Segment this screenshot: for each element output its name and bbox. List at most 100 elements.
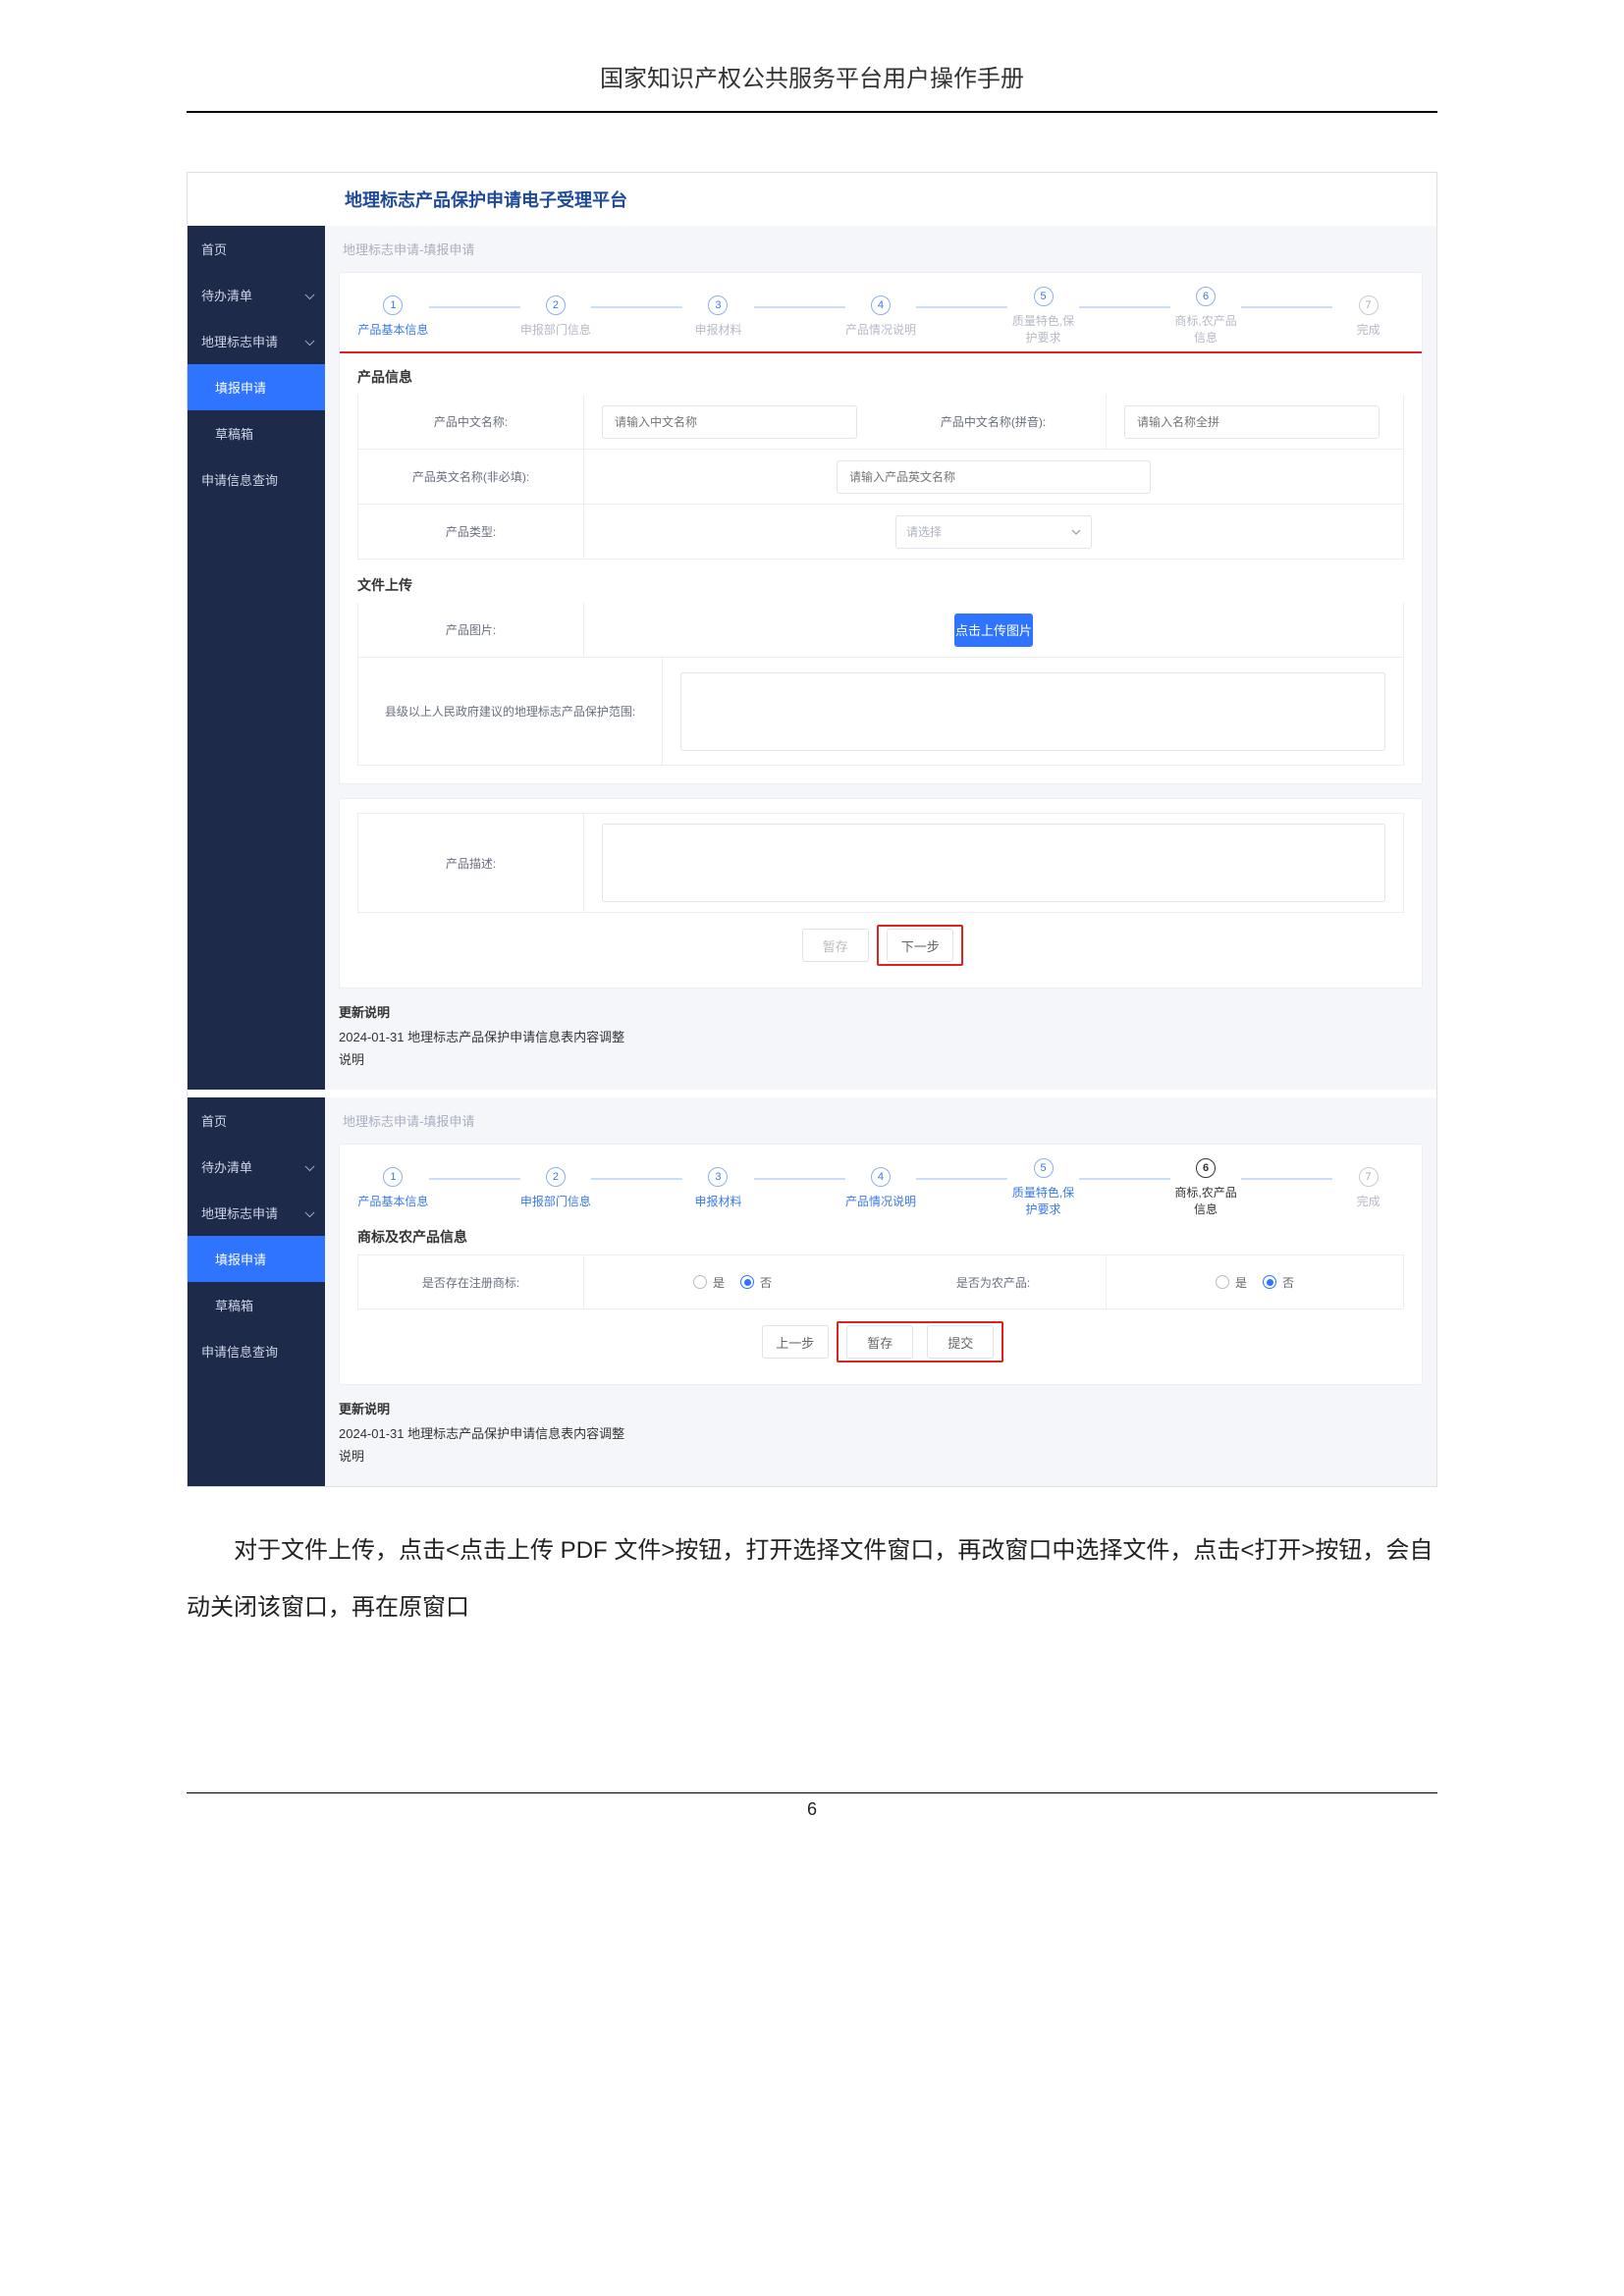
s2-step-label-1[interactable]: 产品基本信息 bbox=[357, 1193, 429, 1209]
radio-agri-no[interactable]: 否 bbox=[1263, 1274, 1294, 1291]
stepper-panel-2: 1 产品基本信息 2 申报部门信息 3 申报材料 4 产品情况说明 5 质量特色,保护要求… bbox=[339, 1144, 1423, 1385]
label-name-pinyin: 产品中文名称(拼音): bbox=[881, 395, 1107, 449]
radio-agri-yes[interactable]: 是 bbox=[1216, 1274, 1247, 1291]
label-name-en: 产品英文名称(非必填): bbox=[358, 450, 584, 504]
s2-step-num-3: 3 bbox=[708, 1167, 728, 1187]
label-type: 产品类型: bbox=[358, 505, 584, 559]
chevron-down-icon bbox=[1071, 527, 1081, 537]
s2-step-num-1: 1 bbox=[383, 1167, 403, 1187]
main-content-1: 地理标志申请-填报申请 1产品基本信息 2申报部门信息 3申报材料 4产品情况说… bbox=[325, 226, 1436, 1090]
sidebar-item-draft[interactable]: 草稿箱 bbox=[188, 410, 325, 456]
app-title: 地理标志产品保护申请电子受理平台 bbox=[345, 190, 627, 210]
section-trademark: 商标及农产品信息 bbox=[357, 1227, 1404, 1247]
label-scope: 县级以上人民政府建议的地理标志产品保护范围: bbox=[358, 658, 663, 765]
section-product-info: 产品信息 bbox=[357, 367, 1404, 387]
app-screenshot-1: 地理标志产品保护申请电子受理平台 首页 待办清单 地理标志申请 填报申请 草稿箱… bbox=[187, 172, 1437, 1487]
main-content-2: 地理标志申请-填报申请 1 产品基本信息 2 申报部门信息 3 申报材料 4 产品情况说… bbox=[325, 1097, 1436, 1486]
sidebar-item-todo[interactable]: 待办清单 bbox=[188, 272, 325, 318]
s2-step-label-6[interactable]: 商标,农产品信息 bbox=[1170, 1184, 1242, 1217]
header-rule bbox=[187, 111, 1437, 113]
section-upload: 文件上传 bbox=[357, 575, 1404, 595]
radio-tm-no[interactable]: 否 bbox=[740, 1274, 772, 1291]
sidebar2-item-gi-apply[interactable]: 地理标志申请 bbox=[188, 1190, 325, 1236]
s2-step-num-5: 5 bbox=[1034, 1158, 1054, 1178]
stepper-panel: 1产品基本信息 2申报部门信息 3申报材料 4产品情况说明 5质量特色,保护要求… bbox=[339, 272, 1423, 784]
s2-step-label-2[interactable]: 申报部门信息 bbox=[520, 1193, 592, 1209]
sidebar-item-fill-apply[interactable]: 填报申请 bbox=[188, 364, 325, 410]
step-num-6: 6 bbox=[1196, 287, 1216, 306]
step-num-5: 5 bbox=[1034, 287, 1054, 306]
s2-step-label-4[interactable]: 产品情况说明 bbox=[845, 1193, 917, 1209]
label-has-trademark: 是否存在注册商标: bbox=[358, 1255, 584, 1308]
app-header: 地理标志产品保护申请电子受理平台 bbox=[188, 173, 1436, 226]
sidebar2-item-draft[interactable]: 草稿箱 bbox=[188, 1282, 325, 1328]
sidebar2-item-fill-apply[interactable]: 填报申请 bbox=[188, 1236, 325, 1282]
step-num-4: 4 bbox=[871, 295, 891, 315]
highlight-save-submit: 暂存 提交 bbox=[837, 1321, 1003, 1362]
save-draft-button[interactable]: 暂存 bbox=[802, 929, 869, 962]
s2-step-num-6: 6 bbox=[1196, 1158, 1216, 1178]
sidebar-item-gi-apply[interactable]: 地理标志申请 bbox=[188, 318, 325, 364]
step-num-7: 7 bbox=[1359, 295, 1379, 315]
sidebar: 首页 待办清单 地理标志申请 填报申请 草稿箱 申请信息查询 bbox=[188, 226, 325, 1090]
doc-header-title: 国家知识产权公共服务平台用户操作手册 bbox=[187, 59, 1437, 103]
step-label-6[interactable]: 商标,农产品信息 bbox=[1170, 312, 1242, 346]
label-product-image: 产品图片: bbox=[358, 603, 584, 657]
s2-step-label-3[interactable]: 申报材料 bbox=[682, 1193, 754, 1209]
sidebar-item-query[interactable]: 申请信息查询 bbox=[188, 456, 325, 503]
textarea-desc[interactable] bbox=[602, 824, 1385, 902]
step-num-3: 3 bbox=[708, 295, 728, 315]
step-label-2[interactable]: 申报部门信息 bbox=[520, 321, 592, 338]
stepper: 1产品基本信息 2申报部门信息 3申报材料 4产品情况说明 5质量特色,保护要求… bbox=[357, 287, 1404, 346]
stepper-2: 1 产品基本信息 2 申报部门信息 3 申报材料 4 产品情况说明 5 质量特色,保护要求… bbox=[357, 1158, 1404, 1217]
update-note-1: 更新说明 2024-01-31 地理标志产品保护申请信息表内容调整 说明 bbox=[339, 1002, 1423, 1068]
s2-step-label-7: 完成 bbox=[1332, 1193, 1404, 1209]
input-name-cn[interactable] bbox=[602, 405, 857, 439]
sidebar-2: 首页 待办清单 地理标志申请 填报申请 草稿箱 申请信息查询 bbox=[188, 1097, 325, 1486]
input-name-en[interactable] bbox=[837, 460, 1151, 494]
action-row-1: 暂存 下一步 bbox=[357, 913, 1404, 970]
step-label-4[interactable]: 产品情况说明 bbox=[845, 321, 917, 338]
next-step-button[interactable]: 下一步 bbox=[887, 929, 953, 962]
sidebar2-item-todo[interactable]: 待办清单 bbox=[188, 1144, 325, 1190]
label-name-cn: 产品中文名称: bbox=[358, 395, 584, 449]
footer-rule bbox=[187, 1792, 1437, 1793]
s2-step-num-2: 2 bbox=[546, 1167, 566, 1187]
s2-step-label-5[interactable]: 质量特色,保护要求 bbox=[1007, 1184, 1079, 1217]
upload-image-button[interactable]: 点击上传图片 bbox=[954, 614, 1033, 647]
update-line1: 2024-01-31 地理标志产品保护申请信息表内容调整 bbox=[339, 1027, 1423, 1045]
desc-panel: 产品描述: 暂存 下一步 bbox=[339, 798, 1423, 988]
action-row-2: 上一步 暂存 提交 bbox=[357, 1309, 1404, 1366]
update-title: 更新说明 bbox=[339, 1002, 1423, 1021]
document-page: 国家知识产权公共服务平台用户操作手册 地理标志产品保护申请电子受理平台 首页 待… bbox=[0, 0, 1624, 1879]
s2-step-num-4: 4 bbox=[871, 1167, 891, 1187]
radio-tm-yes[interactable]: 是 bbox=[693, 1274, 725, 1291]
breadcrumb: 地理标志申请-填报申请 bbox=[339, 226, 1423, 272]
red-underline bbox=[340, 351, 1422, 353]
step-num-2: 2 bbox=[546, 295, 566, 315]
step-label-1[interactable]: 产品基本信息 bbox=[357, 321, 429, 338]
doc-body-paragraph: 对于文件上传，点击<点击上传 PDF 文件>按钮，打开选择文件窗口，再改窗口中选… bbox=[187, 1522, 1437, 1635]
submit-button[interactable]: 提交 bbox=[927, 1325, 994, 1359]
textarea-scope[interactable] bbox=[680, 672, 1385, 751]
label-desc: 产品描述: bbox=[358, 814, 584, 912]
sidebar2-item-home[interactable]: 首页 bbox=[188, 1097, 325, 1144]
update-line2: 说明 bbox=[339, 1049, 1423, 1068]
sidebar-item-home[interactable]: 首页 bbox=[188, 226, 325, 272]
select-type[interactable]: 请选择 bbox=[895, 515, 1092, 549]
label-is-agri: 是否为农产品: bbox=[881, 1255, 1107, 1308]
s2-step-num-7: 7 bbox=[1359, 1167, 1379, 1187]
update-line1-2: 2024-01-31 地理标志产品保护申请信息表内容调整 bbox=[339, 1423, 1423, 1442]
update-line2-2: 说明 bbox=[339, 1446, 1423, 1465]
save-draft-button-2[interactable]: 暂存 bbox=[846, 1325, 913, 1359]
input-name-pinyin[interactable] bbox=[1124, 405, 1380, 439]
step-label-3[interactable]: 申报材料 bbox=[682, 321, 754, 338]
page-footer: 6 bbox=[187, 1773, 1437, 1879]
breadcrumb-2: 地理标志申请-填报申请 bbox=[339, 1097, 1423, 1144]
prev-step-button[interactable]: 上一步 bbox=[762, 1325, 829, 1359]
sidebar2-item-query[interactable]: 申请信息查询 bbox=[188, 1328, 325, 1374]
highlight-next: 下一步 bbox=[877, 925, 963, 966]
step-label-5[interactable]: 质量特色,保护要求 bbox=[1007, 312, 1079, 346]
update-note-2: 更新说明 2024-01-31 地理标志产品保护申请信息表内容调整 说明 bbox=[339, 1399, 1423, 1465]
update-title-2: 更新说明 bbox=[339, 1399, 1423, 1417]
